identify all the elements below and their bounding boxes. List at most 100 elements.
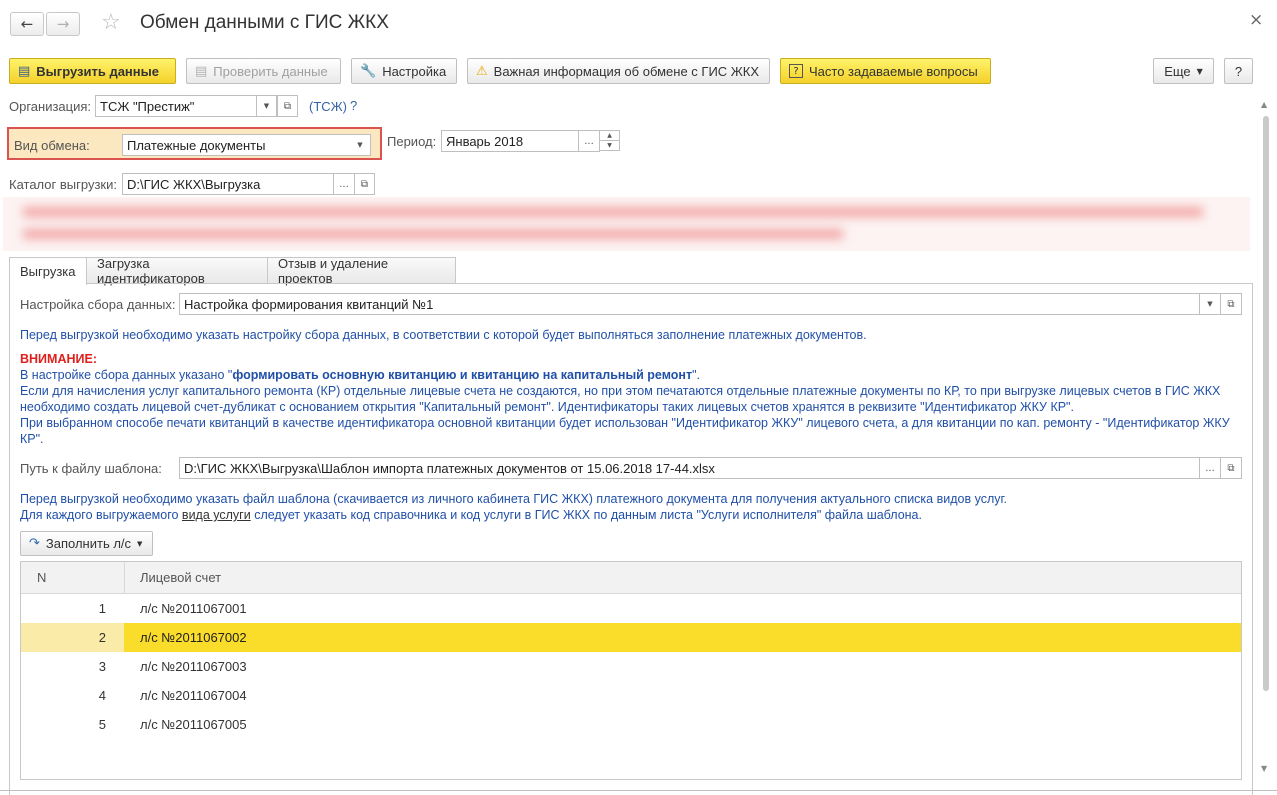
catalog-select-button[interactable]: ... — [333, 173, 355, 195]
scroll-down-icon[interactable]: ▼ — [1261, 764, 1267, 773]
warning-line2: Если для начисления услуг капитального р… — [20, 384, 1221, 414]
wrench-icon: 🔧 — [360, 63, 377, 79]
upload-data-button[interactable]: ▤ Выгрузить данные — [9, 58, 176, 84]
forward-button[interactable]: → — [46, 12, 80, 36]
template-select-button[interactable]: ... — [1199, 457, 1221, 479]
ellipsis-icon: ... — [339, 178, 349, 190]
template-path-field[interactable]: D:\ГИС ЖКХ\Выгрузка\Шаблон импорта плате… — [179, 457, 1200, 479]
column-account[interactable]: Лицевой счет — [140, 562, 221, 593]
warning-line3: При выбранном способе печати квитанций в… — [20, 416, 1230, 446]
collect-setting-field[interactable]: Настройка формирования квитанций №1 ▼ — [179, 293, 1221, 315]
exchange-type-label: Вид обмена: — [14, 138, 90, 153]
column-divider — [124, 562, 125, 593]
scroll-up-icon[interactable]: ▲ — [1261, 100, 1267, 109]
org-field[interactable]: ТСЖ "Престиж" ▼ — [95, 95, 277, 117]
tab-load-ids[interactable]: Загрузка идентификаторов — [86, 256, 268, 286]
chevron-down-icon: ▼ — [137, 539, 143, 548]
row-n-cell: 2 — [21, 623, 124, 652]
warning-title: ВНИМАНИЕ: — [20, 352, 97, 366]
template-hint-line2: Для каждого выгружаемого вида услуги сле… — [20, 508, 922, 522]
collect-setting-hint: Перед выгрузкой необходимо указать настр… — [20, 328, 867, 342]
period-down-button[interactable]: ▼ — [599, 140, 620, 151]
check-data-button[interactable]: ▤ Проверить данные — [186, 58, 341, 84]
open-icon: ⧉ — [360, 178, 369, 190]
table-row[interactable]: 1 л/с №2011067001 — [21, 594, 1241, 623]
row-n-cell: 3 — [98, 659, 106, 674]
table-body: 1 л/с №2011067001 2 л/с №2011067002 3 л/… — [21, 594, 1241, 739]
tab-revoke-projects[interactable]: Отзыв и удаление проектов — [267, 256, 456, 286]
help-button[interactable]: ? — [1224, 58, 1253, 84]
template-hint: Перед выгрузкой необходимо указать файл … — [20, 491, 1245, 523]
table-row[interactable]: 5 л/с №2011067005 — [21, 710, 1241, 739]
tab-upload[interactable]: Выгрузка — [9, 257, 87, 285]
row-n-cell: 5 — [98, 717, 106, 732]
org-open-button[interactable]: ⧉ — [277, 95, 298, 117]
chevron-down-icon: ▼ — [607, 142, 612, 149]
catalog-label: Каталог выгрузки: — [9, 177, 117, 192]
row-account-cell: л/с №2011067002 — [124, 623, 1241, 652]
fill-arrow-icon: ↷ — [29, 536, 40, 551]
warning-block: ВНИМАНИЕ: В настройке сбора данных указа… — [20, 351, 1245, 447]
period-select-button[interactable]: ... — [578, 130, 600, 152]
catalog-open-button[interactable]: ⧉ — [354, 173, 375, 195]
row-n-cell: 1 — [98, 601, 106, 616]
question-icon: ? — [789, 64, 803, 78]
page-title: Обмен данными с ГИС ЖКХ — [140, 12, 389, 33]
open-icon: ⧉ — [283, 100, 292, 112]
chevron-down-icon: ▼ — [1196, 66, 1203, 76]
important-info-button[interactable]: ⚠ Важная информация об обмене с ГИС ЖКХ — [467, 58, 770, 84]
row-n-cell: 4 — [98, 688, 106, 703]
row-account-cell: л/с №2011067004 — [140, 688, 247, 703]
window-bottom-border — [0, 790, 1277, 791]
window-scrollbar[interactable]: ▲ ▼ — [1259, 100, 1273, 780]
template-path-label: Путь к файлу шаблона: — [20, 461, 162, 476]
org-help-link[interactable]: ? — [350, 98, 357, 113]
chevron-down-icon: ▼ — [1207, 300, 1213, 308]
column-n[interactable]: N — [37, 562, 46, 593]
back-button[interactable]: ← — [10, 12, 44, 36]
collect-setting-label: Настройка сбора данных: — [20, 297, 176, 312]
template-hint-line1: Перед выгрузкой необходимо указать файл … — [20, 492, 1007, 506]
scroll-thumb[interactable] — [1263, 116, 1269, 691]
fill-accounts-button[interactable]: ↷ Заполнить л/с ▼ — [20, 531, 153, 556]
chevron-up-icon: ▲ — [607, 132, 612, 139]
open-icon: ⧉ — [1227, 462, 1235, 474]
catalog-field[interactable]: D:\ГИС ЖКХ\Выгрузка — [122, 173, 334, 195]
period-field[interactable]: Январь 2018 — [441, 130, 579, 152]
open-icon: ⧉ — [1227, 298, 1235, 310]
accounts-table[interactable]: N Лицевой счет 1 л/с №2011067001 2 л/с №… — [20, 561, 1242, 780]
row-account-cell: л/с №2011067003 — [140, 659, 247, 674]
row-account-cell: л/с №2011067001 — [140, 601, 247, 616]
blurred-notice — [3, 197, 1250, 251]
org-type-link[interactable]: (ТСЖ) — [309, 99, 347, 114]
org-label: Организация: — [9, 99, 92, 114]
ellipsis-icon: ... — [1205, 462, 1215, 474]
favorite-star-icon[interactable]: ☆ — [101, 10, 121, 35]
collect-setting-open-button[interactable]: ⧉ — [1220, 293, 1242, 315]
exchange-type-dropdown-button[interactable]: ▼ — [349, 135, 370, 155]
table-row-selected[interactable]: 2 л/с №2011067002 — [21, 623, 1241, 652]
warning-icon: ⚠ — [476, 63, 488, 79]
period-label: Период: — [387, 134, 437, 149]
upload-icon: ▤ — [18, 63, 31, 79]
close-icon[interactable]: × — [1249, 10, 1263, 30]
row-account-cell: л/с №2011067005 — [140, 717, 247, 732]
table-row[interactable]: 3 л/с №2011067003 — [21, 652, 1241, 681]
settings-button[interactable]: 🔧 Настройка — [351, 58, 457, 84]
exchange-type-field[interactable]: Платежные документы ▼ — [122, 134, 371, 156]
chevron-down-icon: ▼ — [263, 102, 270, 110]
template-open-button[interactable]: ⧉ — [1220, 457, 1242, 479]
arrow-left-icon: ← — [20, 15, 34, 33]
check-doc-icon: ▤ — [195, 63, 208, 79]
warning-line1: В настройке сбора данных указано "формир… — [20, 368, 701, 382]
arrow-right-icon: → — [56, 15, 70, 33]
chevron-down-icon: ▼ — [357, 141, 363, 149]
table-row[interactable]: 4 л/с №2011067004 — [21, 681, 1241, 710]
faq-button[interactable]: ? Часто задаваемые вопросы — [780, 58, 991, 84]
ellipsis-icon: ... — [584, 135, 594, 147]
more-button[interactable]: Еще ▼ — [1153, 58, 1214, 84]
table-header: N Лицевой счет — [21, 562, 1241, 594]
service-type-link[interactable]: вида услуги — [182, 508, 251, 522]
org-dropdown-button[interactable]: ▼ — [256, 96, 276, 116]
collect-setting-dropdown-button[interactable]: ▼ — [1199, 294, 1220, 314]
